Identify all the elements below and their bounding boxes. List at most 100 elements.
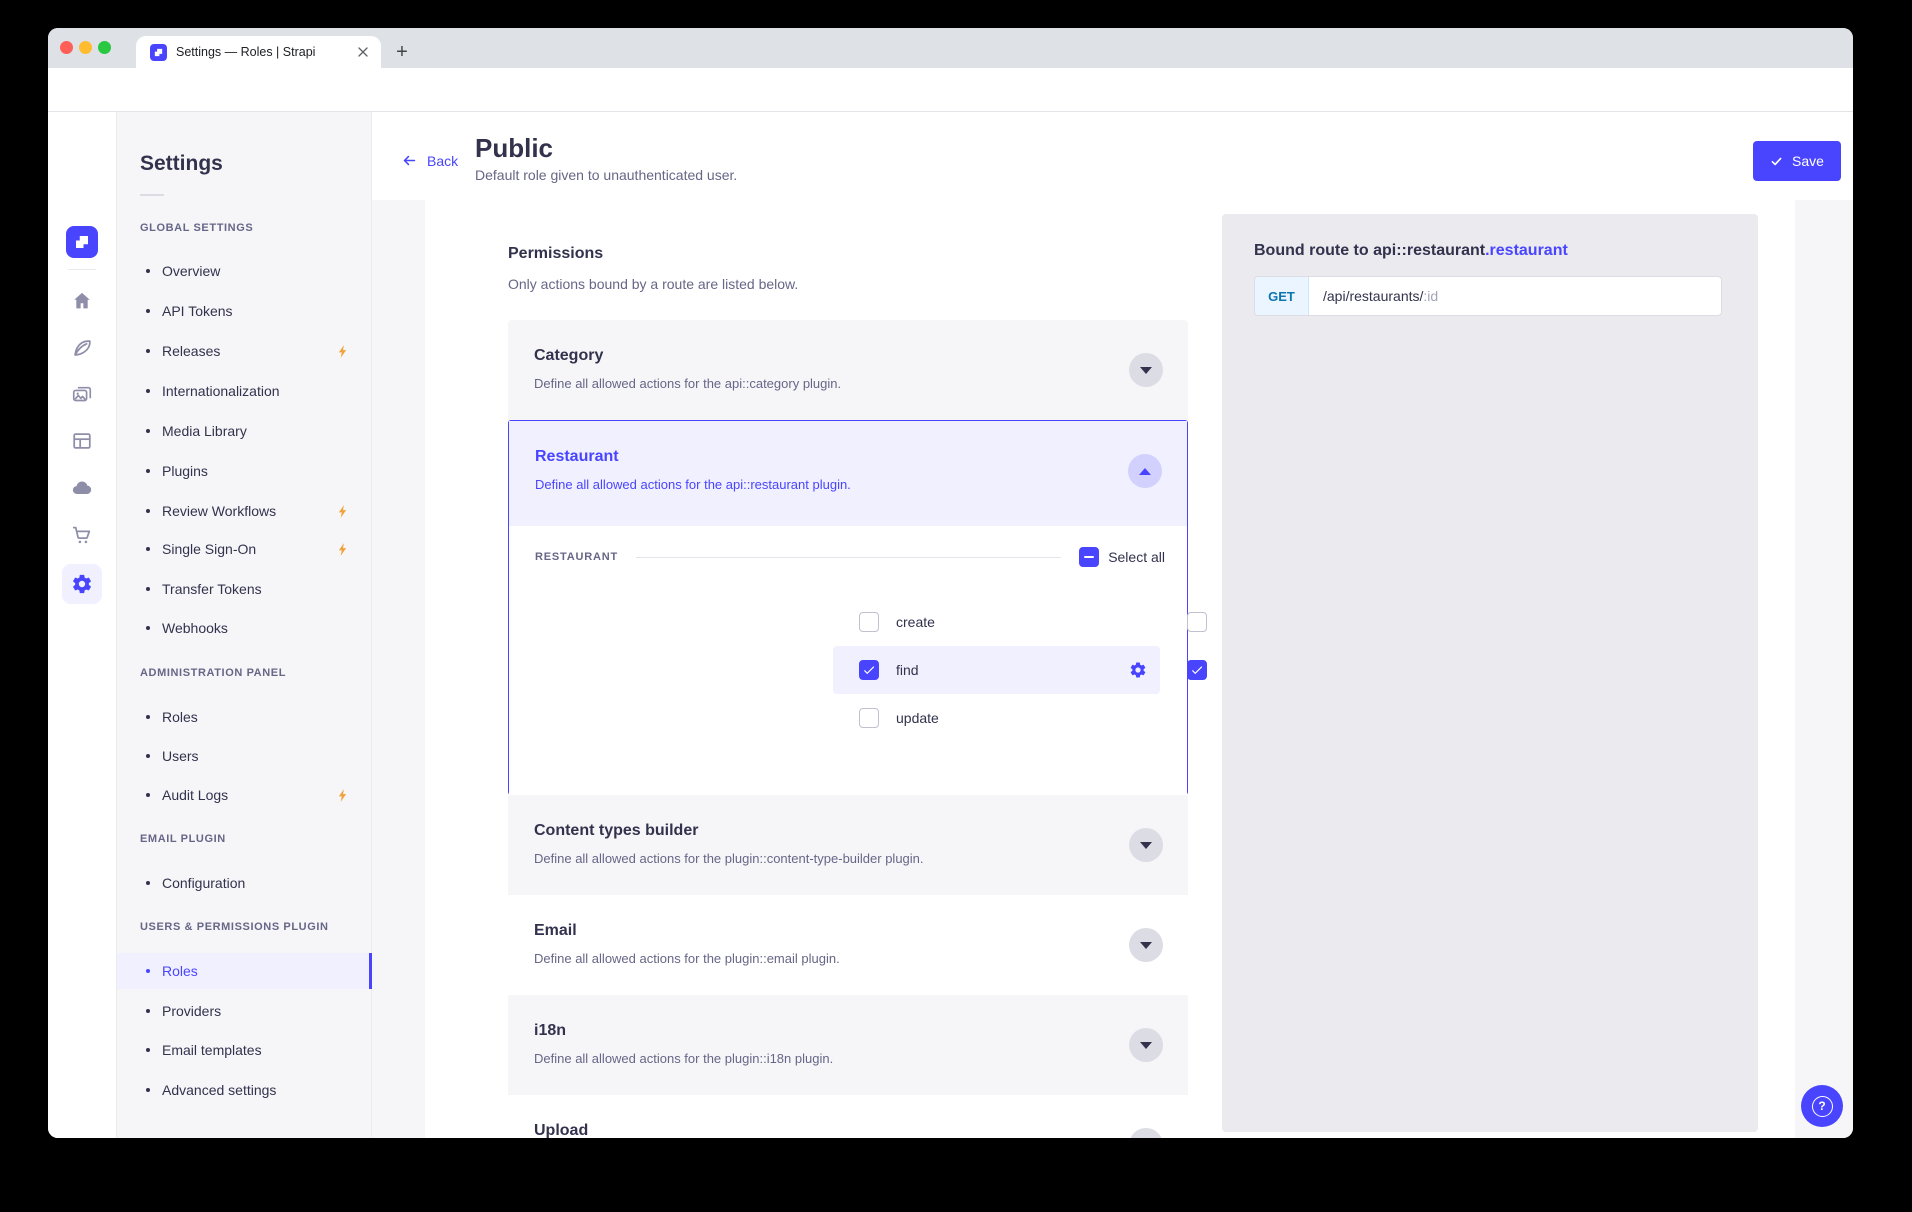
sidebar-item-advanced-settings[interactable]: Advanced settings: [117, 1072, 372, 1108]
permissions-subtitle: Only actions bound by a route are listed…: [508, 276, 798, 292]
bullet-icon: [146, 1048, 150, 1052]
bullet-icon: [146, 754, 150, 758]
accordion-upload[interactable]: Upload: [508, 1095, 1188, 1138]
sidebar-item-plugins[interactable]: Plugins: [117, 453, 372, 489]
bullet-icon: [146, 1088, 150, 1092]
sidebar-item-releases[interactable]: Releases: [117, 333, 372, 369]
bound-route-panel: Bound route to api::restaurant.restauran…: [1222, 214, 1758, 1132]
bullet-icon: [146, 509, 150, 513]
tab-close-icon[interactable]: [355, 44, 371, 60]
chevron-down-icon: [1140, 842, 1152, 849]
chevron-down-icon: [1140, 367, 1152, 374]
screen: Settings — Roles | Strapi + l: [0, 0, 1912, 1212]
sidebar-item-media-library[interactable]: Media Library: [117, 413, 372, 449]
accordion-restaurant-header[interactable]: Restaurant Define all allowed actions fo…: [509, 421, 1187, 526]
bullet-icon: [146, 269, 150, 273]
bullet-icon: [146, 793, 150, 797]
accordion-email[interactable]: Email Define all allowed actions for the…: [508, 895, 1188, 995]
boost-lightning-icon: [337, 344, 348, 359]
save-button[interactable]: Save: [1753, 141, 1841, 181]
bullet-icon: [146, 547, 150, 551]
section-email-plugin: EMAIL PLUGIN: [140, 833, 360, 845]
deploy-cloud-icon[interactable]: [71, 477, 93, 499]
marketplace-cart-icon[interactable]: [71, 524, 93, 546]
sidebar-item-review-workflows[interactable]: Review Workflows: [117, 493, 372, 529]
bullet-icon: [146, 389, 150, 393]
check-icon: [1190, 663, 1204, 677]
home-icon[interactable]: [71, 290, 93, 312]
back-arrow-icon: [401, 152, 418, 169]
route-path: /api/restaurants/:id: [1309, 277, 1438, 315]
sidebar-item-roles[interactable]: Roles: [117, 953, 372, 989]
bound-route-heading: Bound route to api::restaurant.restauran…: [1254, 242, 1568, 260]
findone-settings-gear-icon[interactable]: [1129, 661, 1147, 679]
accordion-i18n[interactable]: i18n Define all allowed actions for the …: [508, 995, 1188, 1095]
tab-strip: Settings — Roles | Strapi +: [48, 28, 1853, 68]
permission-find[interactable]: find: [859, 660, 919, 680]
browser-tab[interactable]: Settings — Roles | Strapi: [136, 36, 381, 68]
bullet-icon: [146, 626, 150, 630]
sidebar-item-configuration[interactable]: Configuration: [117, 865, 372, 901]
expand-toggle-button[interactable]: [1129, 928, 1163, 962]
expand-toggle-button[interactable]: [1129, 1128, 1163, 1138]
window-zoom-button[interactable]: [98, 41, 111, 54]
bullet-icon: [146, 715, 150, 719]
settings-gear-icon[interactable]: [71, 573, 93, 595]
route-input[interactable]: GET /api/restaurants/:id: [1254, 276, 1722, 316]
accordion-category[interactable]: Category Define all allowed actions for …: [508, 320, 1188, 420]
bullet-icon: [146, 309, 150, 313]
select-all-label: Select all: [1108, 549, 1165, 565]
sidebar-item-users[interactable]: Users: [117, 738, 372, 774]
http-method-badge: GET: [1255, 277, 1309, 315]
page-title: Public: [475, 133, 553, 164]
sidebar-item-audit-logs[interactable]: Audit Logs: [117, 777, 372, 813]
indeterminate-icon: [1084, 556, 1094, 558]
sidebar-item-webhooks[interactable]: Webhooks: [117, 610, 372, 646]
select-all-checkbox[interactable]: [1079, 547, 1099, 567]
sidebar-item-overview[interactable]: Overview: [117, 253, 372, 289]
delete-checkbox[interactable]: [1187, 612, 1207, 632]
strapi-logo-icon[interactable]: [66, 226, 98, 258]
bullet-icon: [146, 349, 150, 353]
boost-lightning-icon: [337, 788, 348, 803]
bullet-icon: [146, 429, 150, 433]
chevron-down-icon: [1140, 942, 1152, 949]
permissions-accordion-list: Category Define all allowed actions for …: [508, 320, 1188, 1138]
accordion-content-types-builder[interactable]: Content types builder Define all allowed…: [508, 795, 1188, 895]
permission-create[interactable]: create: [859, 612, 935, 632]
collapse-toggle-button[interactable]: [1128, 454, 1162, 488]
chevron-up-icon: [1139, 468, 1151, 475]
sidebar-title: Settings: [140, 152, 223, 176]
page-content: Permissions Only actions bound by a rout…: [372, 200, 1853, 1138]
back-link[interactable]: Back: [401, 152, 458, 169]
media-library-icon[interactable]: [71, 384, 93, 406]
help-button[interactable]: ?: [1801, 1085, 1843, 1127]
sidebar-item-transfer-tokens[interactable]: Transfer Tokens: [117, 571, 372, 607]
window-close-button[interactable]: [60, 41, 73, 54]
settings-sidebar: Settings GLOBAL SETTINGS Overview API To…: [117, 112, 372, 1138]
bullet-icon: [146, 881, 150, 885]
update-checkbox[interactable]: [859, 708, 879, 728]
find-checkbox[interactable]: [859, 660, 879, 680]
expand-toggle-button[interactable]: [1129, 353, 1163, 387]
divider-line: [636, 557, 1061, 558]
route-accent: .restaurant: [1485, 242, 1568, 259]
permissions-title: Permissions: [508, 245, 603, 263]
sidebar-item-providers[interactable]: Providers: [117, 993, 372, 1029]
content-type-builder-icon[interactable]: [71, 430, 93, 452]
sidebar-item-internationalization[interactable]: Internationalization: [117, 373, 372, 409]
expand-toggle-button[interactable]: [1129, 828, 1163, 862]
findone-checkbox[interactable]: [1187, 660, 1207, 680]
sidebar-item-admin-roles[interactable]: Roles: [117, 699, 372, 735]
content-manager-feather-icon[interactable]: [71, 337, 93, 359]
window-minimize-button[interactable]: [79, 41, 92, 54]
sidebar-item-api-tokens[interactable]: API Tokens: [117, 293, 372, 329]
rail-divider: [68, 269, 96, 270]
new-tab-button[interactable]: +: [388, 38, 416, 66]
section-administration-panel: ADMINISTRATION PANEL: [140, 667, 360, 679]
sidebar-item-email-templates[interactable]: Email templates: [117, 1032, 372, 1068]
expand-toggle-button[interactable]: [1129, 1028, 1163, 1062]
create-checkbox[interactable]: [859, 612, 879, 632]
permission-update[interactable]: update: [859, 708, 939, 728]
sidebar-item-single-sign-on[interactable]: Single Sign-On: [117, 531, 372, 567]
